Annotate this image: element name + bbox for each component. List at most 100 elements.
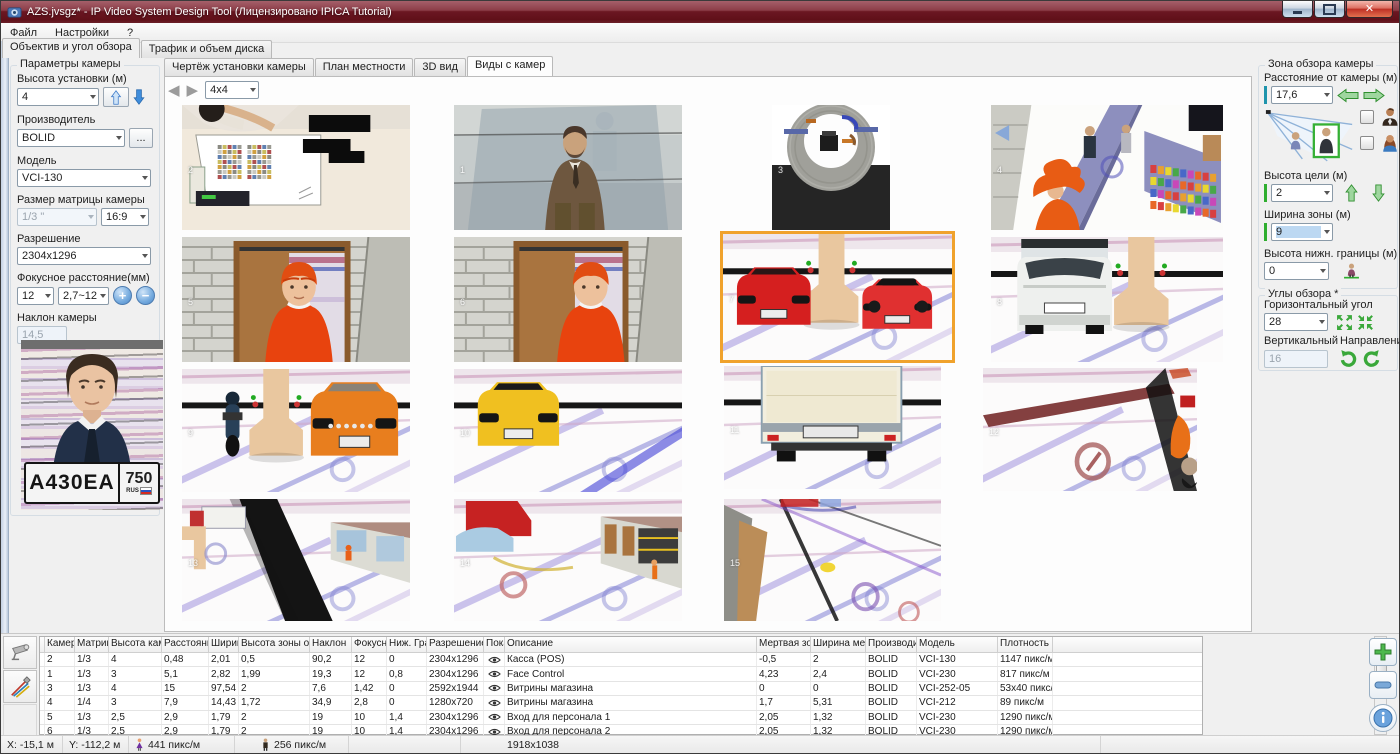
visibility-eye-icon[interactable] — [484, 711, 505, 724]
camera-view-number: 11 — [730, 425, 739, 435]
visibility-eye-icon[interactable] — [484, 653, 505, 666]
table-column-header[interactable]: Модель — [917, 637, 998, 652]
info-button[interactable] — [1369, 704, 1397, 732]
remove-row-button[interactable] — [1369, 671, 1397, 699]
rotate-ccw-icon[interactable] — [1338, 349, 1358, 369]
table-column-header[interactable]: Описание — [505, 637, 757, 652]
table-column-header[interactable]: Высота камеры — [109, 637, 162, 652]
distance-left-arrow[interactable] — [1337, 88, 1359, 103]
camera-view-thumbnail[interactable]: 2 — [182, 105, 410, 230]
zoom-out-button[interactable]: − — [136, 286, 155, 305]
cable-tool-button[interactable] — [3, 670, 37, 703]
resolution-select[interactable]: 2304x1296 — [17, 247, 151, 265]
empty-tool-slot — [3, 704, 37, 737]
table-column-header[interactable]: Мертвая зона — [757, 637, 811, 652]
distance-right-arrow[interactable] — [1363, 88, 1385, 103]
table-column-header[interactable]: Показ... — [484, 637, 505, 652]
camera-view-thumbnail[interactable]: 15 — [724, 499, 941, 621]
tab-lens-angle[interactable]: Объектив и угол обзора — [2, 38, 140, 58]
minimize-button[interactable] — [1282, 1, 1313, 18]
table-row[interactable]: 41/437,914,431,7234,92,801280x720Витрины… — [40, 696, 1202, 710]
camera-view-number: 14 — [460, 558, 470, 568]
table-column-header[interactable]: Наклон — [310, 637, 352, 652]
show-woman-checkbox[interactable] — [1360, 136, 1374, 150]
visibility-eye-icon[interactable] — [484, 667, 505, 680]
table-column-header[interactable]: Ниж. Граница — [387, 637, 427, 652]
table-cell: 15 — [162, 682, 209, 695]
zone-width-strip — [1264, 223, 1267, 241]
lower-bound-select[interactable]: 0 — [1264, 262, 1329, 280]
table-row[interactable]: 51/32,52,91,79219101,42304x1296Вход для … — [40, 711, 1202, 725]
mount-height-select[interactable]: 4 — [17, 88, 99, 106]
camera-view-thumbnail[interactable]: 14 — [454, 499, 682, 621]
visibility-eye-icon[interactable] — [484, 696, 505, 709]
close-button[interactable]: ✕ — [1346, 1, 1393, 18]
table-column-header[interactable]: Матрица — [75, 637, 109, 652]
narrow-angle-icon[interactable] — [1357, 314, 1374, 331]
table-column-header[interactable]: Расстояние — [162, 637, 209, 652]
table-column-header[interactable]: Производитель — [866, 637, 917, 652]
camera-view-thumbnail[interactable]: 9 — [182, 369, 410, 492]
tab-3d-view[interactable]: 3D вид — [414, 58, 466, 76]
tab-camera-views[interactable]: Виды с камер — [467, 56, 553, 76]
tab-traffic-disk[interactable]: Трафик и объем диска — [141, 40, 273, 58]
camera-view-thumbnail[interactable]: 12 — [983, 368, 1197, 491]
table-row[interactable]: 11/335,12,821,9919,3120,82304x1296Face C… — [40, 667, 1202, 681]
camera-up-button[interactable] — [103, 87, 129, 107]
aspect-ratio-select[interactable]: 16:9 — [101, 208, 149, 226]
show-man-checkbox[interactable] — [1360, 110, 1374, 124]
table-cell: 5 — [45, 711, 75, 724]
grid-layout-select[interactable]: 4x4 — [205, 81, 259, 99]
camera-parameters-group: Параметры камеры Высота установки (м) 4 … — [10, 65, 160, 516]
camera-view-thumbnail[interactable]: 7 — [720, 231, 955, 363]
table-column-header[interactable]: Разрешение — [427, 637, 484, 652]
row-filler — [1053, 696, 1202, 709]
camera-down-button[interactable] — [133, 89, 145, 105]
camera-view-thumbnail[interactable]: 4 — [991, 105, 1223, 230]
distance-select[interactable]: 17,6 — [1271, 86, 1333, 104]
camera-view-thumbnail[interactable]: 10 — [454, 369, 682, 492]
rotate-cw-icon[interactable] — [1362, 349, 1382, 369]
manufacturer-browse-button[interactable]: ... — [129, 128, 153, 148]
focal-range-select[interactable]: 2,7~12 — [58, 287, 109, 305]
zone-width-select[interactable]: 9 — [1271, 223, 1333, 241]
camera-view-thumbnail[interactable]: 8 — [991, 237, 1223, 362]
table-cell: 1,72 — [239, 696, 310, 709]
camera-view-thumbnail[interactable]: 11 — [724, 366, 941, 489]
focal-length-select[interactable]: 12 — [17, 287, 54, 305]
table-cell: 1/3 — [75, 682, 109, 695]
direction-label: Направление — [1340, 335, 1400, 347]
table-column-header[interactable]: Плотность пикс... — [998, 637, 1053, 652]
visibility-eye-icon[interactable] — [484, 682, 505, 695]
camera-table: КамераМатрицаВысота камерыРасстояниеШири… — [39, 636, 1203, 735]
model-select[interactable]: VCI-130 — [17, 169, 151, 187]
table-row[interactable]: 21/340,482,010,590,21202304x1296Касса (P… — [40, 653, 1202, 667]
maximize-button[interactable] — [1314, 1, 1345, 18]
camera-view-thumbnail[interactable]: 6 — [454, 237, 682, 362]
table-column-header[interactable]: Ширина мертвой... — [811, 637, 866, 652]
camera-view-thumbnail[interactable]: 1 — [454, 105, 682, 230]
manufacturer-select[interactable]: BOLID — [17, 129, 125, 147]
table-column-header[interactable]: Ширина ... — [209, 637, 239, 652]
window-title: AZS.jvsgz* - IP Video System Design Tool… — [27, 6, 392, 18]
add-camera-tool-button[interactable] — [3, 636, 37, 669]
camera-view-thumbnail[interactable]: 13 — [182, 499, 410, 621]
view-angles-title: Углы обзора * — [1265, 288, 1341, 300]
table-column-header[interactable]: Высота зоны обзора — [239, 637, 310, 652]
tab-install-drawing[interactable]: Чертёж установки камеры — [164, 58, 314, 76]
prev-page-arrow[interactable]: ◀ — [168, 83, 180, 98]
tab-site-plan[interactable]: План местности — [315, 58, 414, 76]
zoom-in-button[interactable]: + — [113, 286, 132, 305]
camera-view-thumbnail[interactable]: 3 — [772, 105, 890, 230]
target-height-down-arrow[interactable] — [1372, 184, 1385, 202]
table-column-header[interactable]: Камера — [45, 637, 75, 652]
add-row-button[interactable] — [1369, 638, 1397, 666]
next-page-arrow[interactable]: ▶ — [187, 83, 199, 98]
target-height-up-arrow[interactable] — [1345, 184, 1358, 202]
widen-angle-icon[interactable] — [1336, 314, 1353, 331]
horizontal-angle-select[interactable]: 28 — [1264, 313, 1328, 331]
table-column-header[interactable]: Фокусное... — [352, 637, 387, 652]
target-height-select[interactable]: 2 — [1271, 184, 1333, 202]
table-row[interactable]: 31/341597,5427,61,4202592x1944Витрины ма… — [40, 682, 1202, 696]
camera-view-thumbnail[interactable]: 5 — [182, 237, 410, 362]
